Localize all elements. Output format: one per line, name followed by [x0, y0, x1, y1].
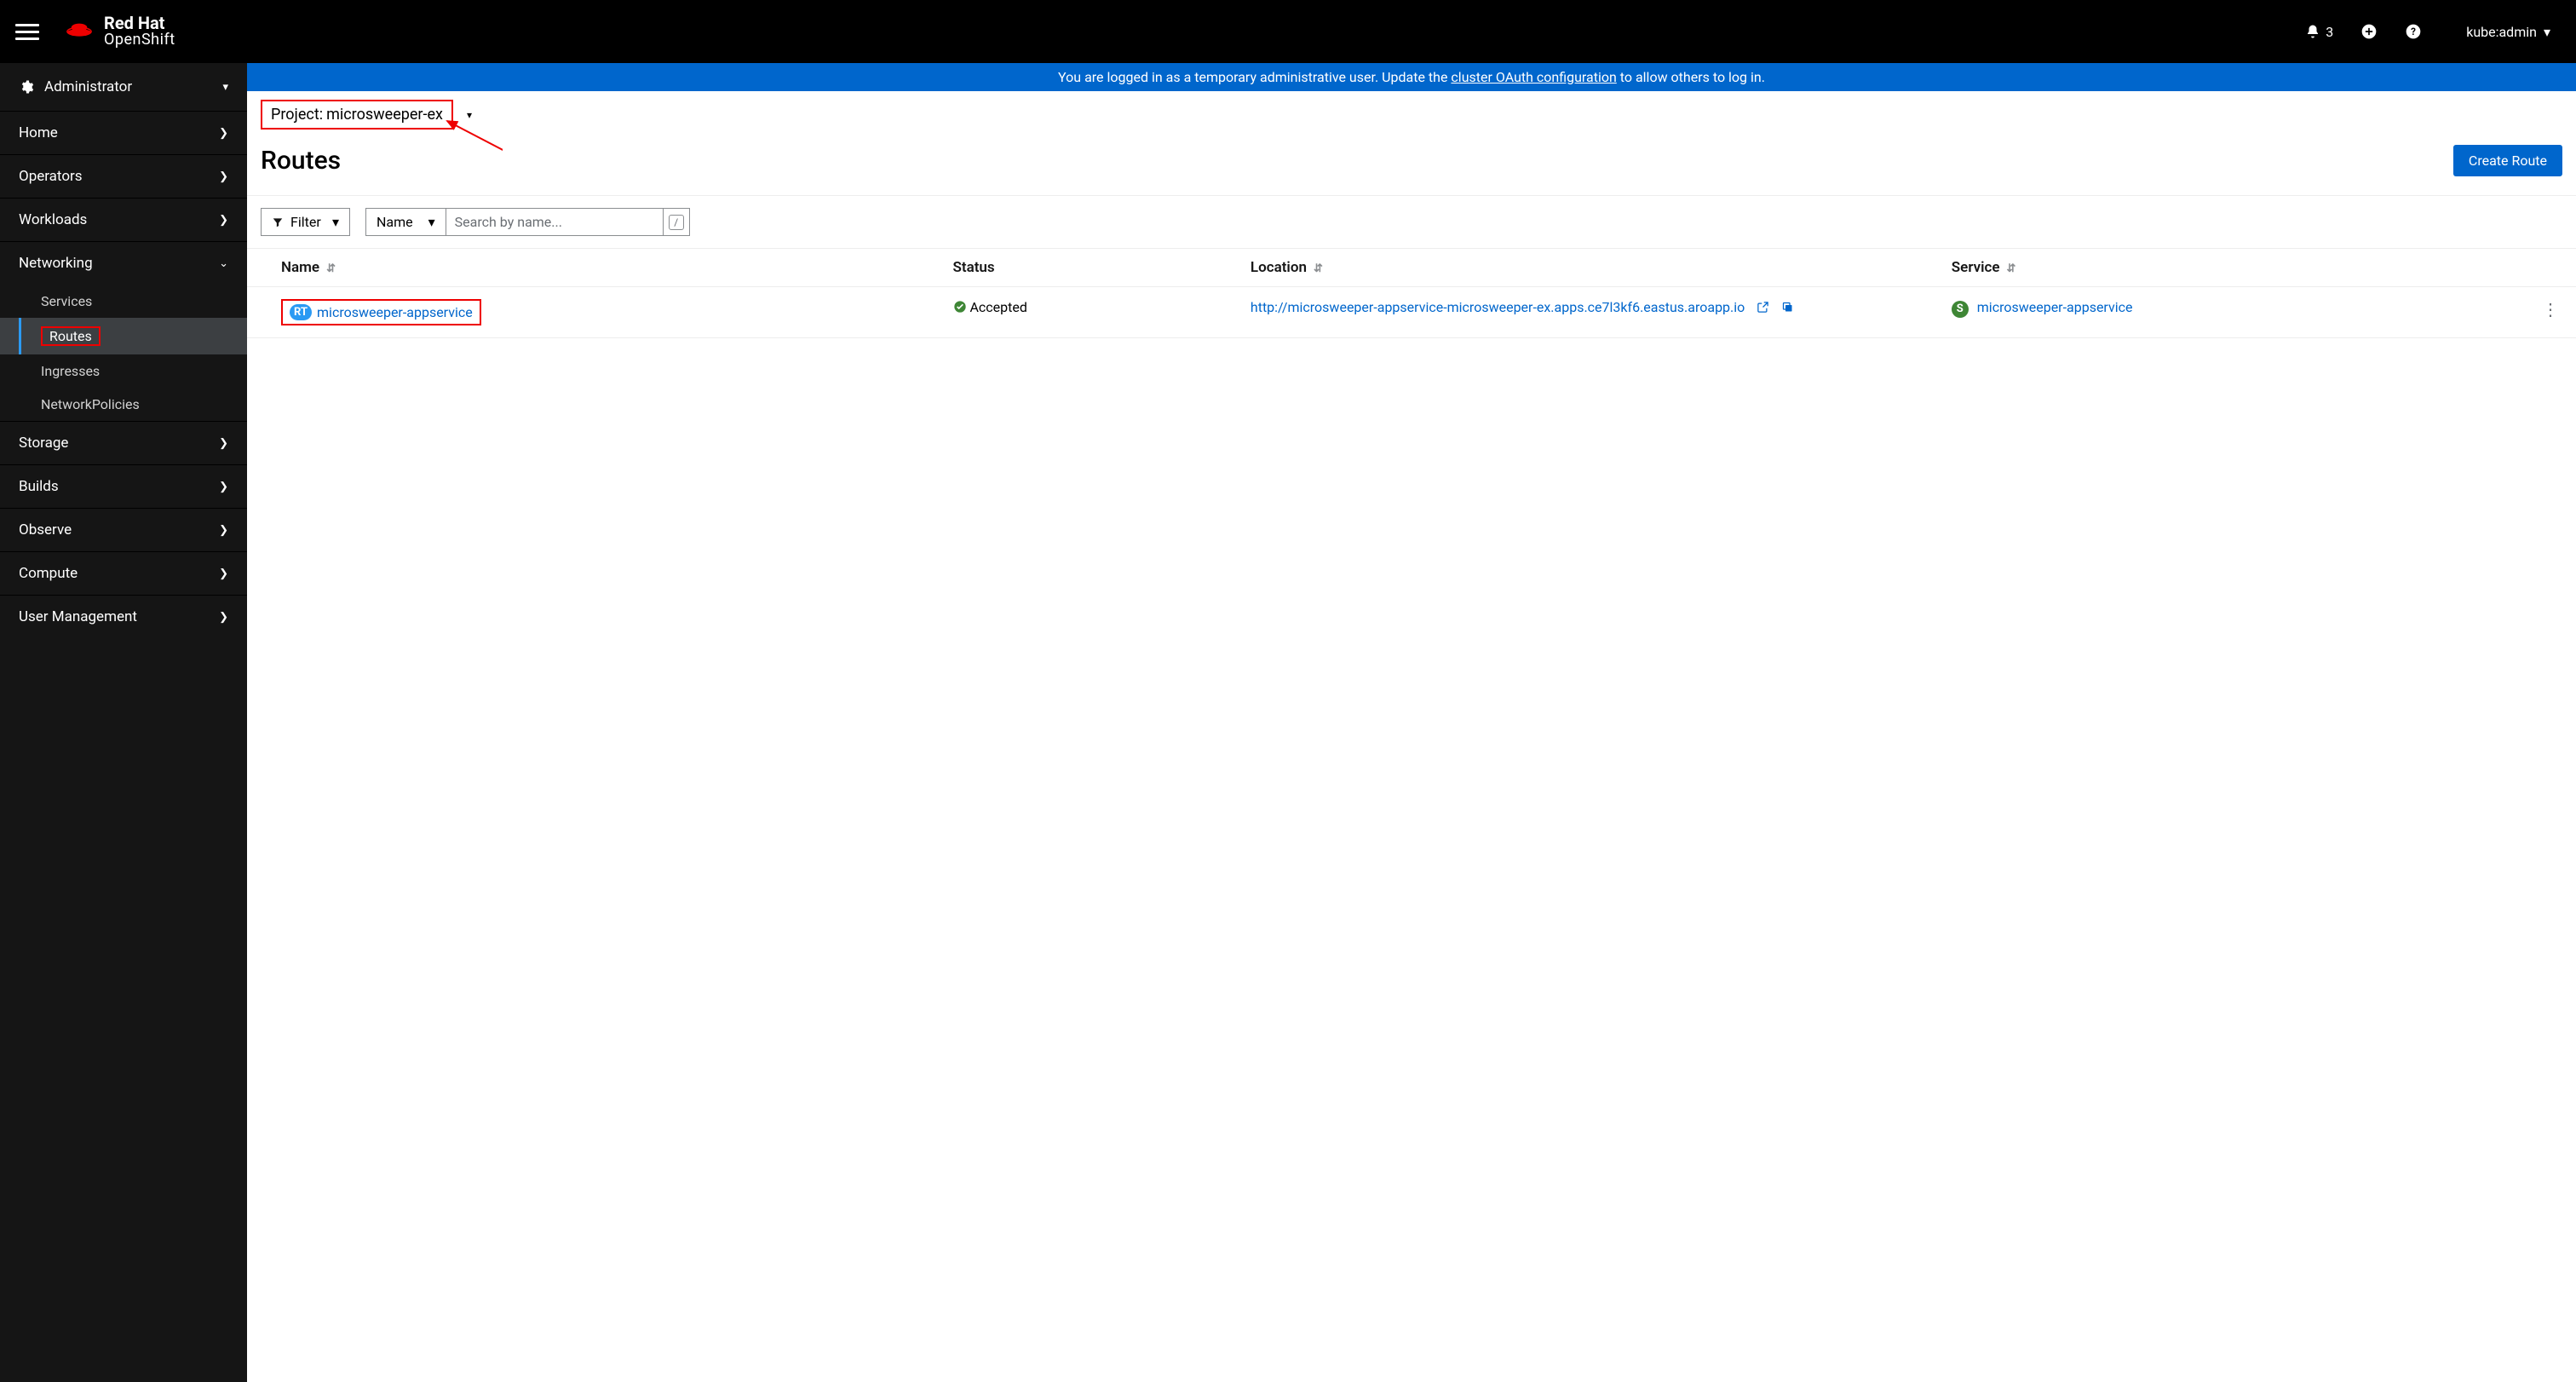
search-shortcut-hint: / [663, 208, 690, 236]
brand-line2: OpenShift [104, 32, 175, 49]
sidebar-item-home[interactable]: Home ❯ [0, 111, 247, 154]
chevron-right-icon: ❯ [219, 524, 228, 537]
chevron-right-icon: ❯ [219, 127, 228, 140]
sidebar-subitem-services[interactable]: Services [0, 285, 247, 318]
search-input[interactable] [446, 208, 663, 236]
column-header-name[interactable]: Name⇵ [247, 249, 936, 287]
sidebar-item-label: Observe [19, 521, 72, 538]
redhat-fedora-icon [63, 20, 95, 43]
caret-down-icon: ▾ [222, 81, 228, 94]
external-link-icon[interactable] [1757, 301, 1769, 314]
sidebar-item-label: Compute [19, 565, 78, 582]
sidebar-subitem-ingresses[interactable]: Ingresses [0, 354, 247, 388]
sidebar-item-workloads[interactable]: Workloads ❯ [0, 198, 247, 241]
list-toolbar: Filter ▾ Name ▾ / [247, 196, 2576, 248]
sidebar-item-label: User Management [19, 608, 137, 625]
sidebar-subitem-routes[interactable]: Routes [0, 318, 247, 354]
sidebar-item-storage[interactable]: Storage ❯ [0, 421, 247, 464]
filter-label: Filter [290, 214, 321, 230]
caret-down-icon: ▾ [332, 214, 339, 230]
service-name-link[interactable]: microsweeper-appservice [1977, 299, 2133, 315]
chevron-right-icon: ❯ [219, 481, 228, 493]
sidebar-subitem-networkpolicies[interactable]: NetworkPolicies [0, 388, 247, 421]
row-actions-kebab[interactable]: ⋮ [2525, 287, 2576, 338]
notifications-button[interactable]: 3 [2305, 24, 2333, 40]
sidebar-item-user-management[interactable]: User Management ❯ [0, 595, 247, 638]
perspective-switcher[interactable]: Administrator ▾ [0, 63, 247, 111]
svg-text:?: ? [2411, 26, 2416, 37]
menu-toggle-button[interactable] [15, 20, 39, 44]
brand-line1: Red Hat [104, 14, 175, 32]
column-header-location[interactable]: Location⇵ [1233, 249, 1935, 287]
sort-icon: ⇵ [1314, 262, 1323, 275]
column-header-service[interactable]: Service⇵ [1935, 249, 2525, 287]
project-selector[interactable]: Project: microsweeper-ex [261, 100, 453, 130]
sidebar-item-label: Workloads [19, 211, 87, 228]
sidebar-item-label: Storage [19, 435, 68, 452]
sidebar-item-networking[interactable]: Networking ⌄ [0, 241, 247, 285]
user-menu[interactable]: kube:admin ▾ [2466, 24, 2550, 40]
page-title: Routes [261, 146, 341, 176]
caret-down-icon: ▾ [428, 214, 435, 230]
create-route-button[interactable]: Create Route [2453, 145, 2562, 176]
brand-logo[interactable]: Red Hat OpenShift [63, 14, 175, 49]
copy-icon[interactable] [1781, 301, 1794, 314]
banner-text-suffix: to allow others to log in. [1617, 69, 1765, 85]
sidebar-item-observe[interactable]: Observe ❯ [0, 508, 247, 551]
status-text: Accepted [969, 299, 1026, 315]
resource-badge-route: RT [290, 304, 312, 320]
main-content: You are logged in as a temporary adminis… [247, 63, 2576, 1382]
perspective-label: Administrator [44, 78, 132, 95]
sidebar: Administrator ▾ Home ❯ Operators ❯ Workl… [0, 63, 247, 1382]
question-circle-icon: ? [2405, 23, 2422, 40]
caret-down-icon: ▾ [467, 109, 472, 121]
chevron-right-icon: ❯ [219, 611, 228, 624]
sidebar-item-label: Home [19, 124, 58, 141]
notification-count: 3 [2326, 24, 2333, 40]
slash-key-label: / [669, 215, 684, 230]
gear-icon [19, 79, 34, 95]
help-button[interactable]: ? [2405, 23, 2422, 40]
project-name: microsweeper-ex [326, 106, 443, 124]
sidebar-item-builds[interactable]: Builds ❯ [0, 464, 247, 508]
filter-icon [272, 216, 284, 228]
filter-attribute-label: Name [377, 214, 413, 230]
routes-table: Name⇵ Status Location⇵ Service⇵ RT micro… [247, 248, 2576, 338]
username-label: kube:admin [2466, 24, 2537, 40]
sidebar-item-operators[interactable]: Operators ❯ [0, 154, 247, 198]
route-location-link[interactable]: http://microsweeper-appservice-microswee… [1251, 299, 1745, 315]
sidebar-item-label: Operators [19, 168, 83, 185]
project-label-prefix: Project: [271, 106, 323, 124]
banner-text-prefix: You are logged in as a temporary adminis… [1058, 69, 1451, 85]
masthead: Red Hat OpenShift 3 ? kube:admin ▾ [0, 0, 2576, 63]
sort-icon: ⇵ [326, 262, 336, 275]
sidebar-item-label: Builds [19, 478, 59, 495]
check-circle-icon [953, 300, 967, 314]
info-banner: You are logged in as a temporary adminis… [247, 63, 2576, 91]
filter-dropdown[interactable]: Filter ▾ [261, 208, 350, 236]
add-button[interactable] [2360, 23, 2378, 40]
chevron-right-icon: ❯ [219, 214, 228, 227]
chevron-down-icon: ⌄ [219, 257, 228, 270]
table-row: RT microsweeper-appservice Accepted http… [247, 287, 2576, 338]
chevron-right-icon: ❯ [219, 170, 228, 183]
sidebar-item-label: Routes [41, 326, 101, 346]
resource-badge-service: S [1952, 301, 1969, 318]
column-header-status[interactable]: Status [936, 249, 1233, 287]
plus-circle-icon [2360, 23, 2378, 40]
chevron-right-icon: ❯ [219, 437, 228, 450]
sidebar-item-compute[interactable]: Compute ❯ [0, 551, 247, 595]
sort-icon: ⇵ [2007, 262, 2016, 275]
route-name-link[interactable]: microsweeper-appservice [317, 304, 473, 320]
sidebar-item-label: Networking [19, 255, 93, 272]
bell-icon [2305, 24, 2320, 39]
filter-attribute-select[interactable]: Name ▾ [365, 208, 446, 236]
caret-down-icon: ▾ [2544, 24, 2550, 40]
banner-link[interactable]: cluster OAuth configuration [1451, 69, 1616, 85]
chevron-right-icon: ❯ [219, 567, 228, 580]
